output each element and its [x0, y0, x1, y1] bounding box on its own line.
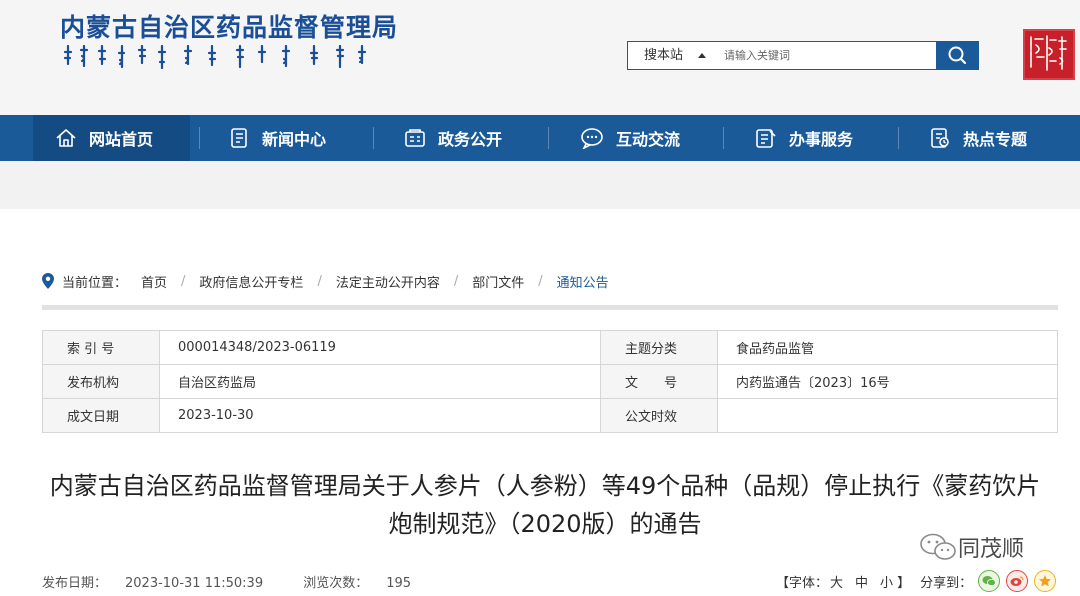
banner-strip — [0, 161, 1080, 209]
meta-key: 发布机构 — [42, 364, 160, 399]
meta-value: 000014348/2023-06119 — [159, 330, 601, 365]
site-title[interactable]: 内蒙古自治区药品监督管理局 — [60, 8, 398, 44]
meta-key: 主题分类 — [600, 330, 718, 365]
home-icon — [56, 129, 76, 147]
breadcrumb-public-content[interactable]: 法定主动公开内容 — [336, 272, 440, 291]
meta-value: 食品药品监管 — [717, 330, 1058, 365]
breadcrumb-home[interactable]: 首页 — [141, 272, 167, 291]
table-row: 发布机构 自治区药监局 文 号 内药监通告〔2023〕16号 — [42, 364, 1058, 399]
search-button[interactable] — [936, 42, 978, 69]
table-row: 索 引 号 000014348/2023-06119 主题分类 食品药品监管 — [42, 330, 1058, 365]
share-wechat-button[interactable] — [978, 570, 1001, 592]
chat-icon — [581, 128, 603, 149]
publish-label: 发布日期： — [42, 576, 108, 591]
main-nav: 网站首页 新闻中心 政务公开 互动交流 办事服务 热点专题 — [0, 115, 1080, 161]
weibo-icon — [1010, 576, 1024, 586]
nav-divider — [548, 127, 549, 149]
search-scope-label: 搜本站 — [644, 48, 684, 63]
breadcrumb-separator: / — [538, 273, 543, 289]
share-favorite-button[interactable] — [1034, 570, 1057, 592]
article-info: 发布日期： 2023-10-31 11:50:39 浏览次数： 195 — [42, 572, 447, 591]
nav-divider — [373, 127, 374, 149]
nav-divider — [723, 127, 724, 149]
meta-key: 成文日期 — [42, 398, 160, 433]
nav-item-news[interactable]: 新闻中心 — [230, 115, 326, 161]
font-size-bracket: 】 — [897, 575, 911, 591]
font-size-label: 【字体： — [776, 575, 829, 591]
nav-item-government[interactable]: 政务公开 — [404, 115, 502, 161]
article-title-line: 炮制规范》（2020版）的通告 — [388, 510, 702, 538]
government-icon — [405, 129, 425, 147]
service-icon — [756, 129, 776, 148]
breadcrumb-label: 当前位置： — [62, 275, 128, 291]
breadcrumb-separator: / — [453, 273, 459, 289]
publish-value: 2023-10-31 11:50:39 — [125, 576, 264, 591]
views-label: 浏览次数： — [303, 576, 369, 591]
meta-key: 文 号 — [600, 364, 718, 399]
search-icon — [948, 46, 967, 65]
watermark-text: 同茂顺 — [958, 537, 1025, 562]
nav-label: 互动交流 — [616, 130, 681, 149]
meta-value: 2023-10-30 — [159, 398, 601, 433]
nav-label: 新闻中心 — [262, 130, 327, 149]
breadcrumb-separator: / — [181, 273, 186, 289]
nav-label: 热点专题 — [963, 130, 1028, 149]
view-count: 浏览次数： 195 — [303, 576, 429, 591]
nav-divider — [898, 127, 899, 149]
nav-item-service[interactable]: 办事服务 — [755, 115, 853, 161]
seal-logo — [1023, 29, 1075, 80]
wechat-icon — [982, 576, 996, 587]
mongolian-script-logo — [63, 44, 367, 70]
breadcrumb: 当前位置： 首页 / 政府信息公开专栏 / 法定主动公开内容 / 部门文件 / … — [42, 270, 609, 292]
breadcrumb-separator: / — [317, 273, 322, 289]
caret-up-icon — [698, 53, 706, 58]
topic-icon — [931, 128, 949, 148]
breadcrumb-gov-info[interactable]: 政府信息公开专栏 — [199, 272, 303, 291]
breadcrumb-dept-docs[interactable]: 部门文件 — [472, 272, 524, 291]
nav-label: 网站首页 — [89, 130, 154, 149]
watermark: 同茂顺 — [918, 531, 1024, 563]
meta-key: 公文时效 — [600, 398, 718, 433]
meta-key: 索 引 号 — [42, 330, 160, 365]
nav-divider — [199, 127, 200, 149]
meta-value: 内药监通告〔2023〕16号 — [717, 364, 1058, 399]
publish-date: 发布日期： 2023-10-31 11:50:39 — [42, 576, 281, 591]
article-title: 内蒙古自治区药品监督管理局关于人参片（人参粉）等49个品种（品规）停止执行《蒙药… — [30, 467, 1060, 543]
nav-item-topics[interactable]: 热点专题 — [929, 115, 1027, 161]
font-size-large-button[interactable]: 大 — [830, 572, 843, 591]
search-scope-select[interactable]: 搜本站 — [628, 42, 720, 69]
share-label: 分享到： — [920, 575, 973, 591]
table-row: 成文日期 2023-10-30 公文时效 — [42, 398, 1058, 433]
search-input[interactable] — [724, 42, 934, 69]
article-title-line: 内蒙古自治区药品监督管理局关于人参片（人参粉）等49个品种（品规）停止执行《蒙药… — [49, 472, 1041, 500]
article-tools: 【字体： 大 中 小 】 分享到： — [776, 569, 1057, 593]
breadcrumb-notices[interactable]: 通知公告 — [557, 272, 609, 291]
location-pin-icon — [42, 273, 54, 289]
document-meta-table: 索 引 号 000014348/2023-06119 主题分类 食品药品监管 发… — [42, 330, 1058, 433]
seal-script-icon — [1030, 35, 1067, 71]
wechat-watermark-icon — [920, 533, 956, 560]
views-value: 195 — [386, 576, 412, 591]
nav-item-home[interactable]: 网站首页 — [33, 115, 190, 161]
font-size-medium-button[interactable]: 中 — [855, 572, 868, 591]
search-bar: 搜本站 — [627, 41, 979, 70]
share-weibo-button[interactable] — [1006, 570, 1029, 592]
divider-bar — [42, 305, 1058, 310]
meta-value — [717, 398, 1058, 433]
star-icon — [1039, 575, 1052, 587]
news-icon — [231, 128, 247, 148]
site-header: 内蒙古自治区药品监督管理局 搜本站 — [0, 0, 1080, 115]
meta-value: 自治区药监局 — [159, 364, 601, 399]
nav-item-interaction[interactable]: 互动交流 — [580, 115, 680, 161]
nav-label: 办事服务 — [789, 130, 854, 149]
font-size-small-button[interactable]: 小 — [880, 572, 893, 591]
nav-label: 政务公开 — [438, 130, 503, 149]
